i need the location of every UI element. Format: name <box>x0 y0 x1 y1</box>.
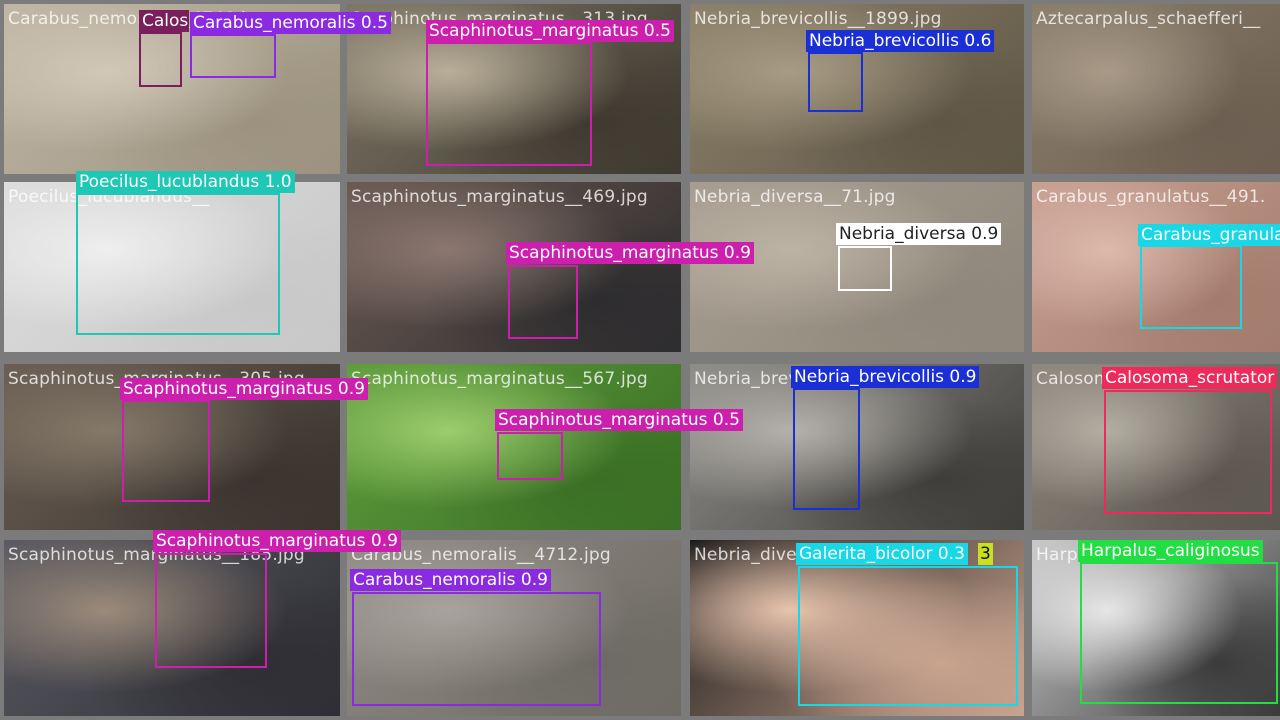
bounding-box <box>508 265 578 339</box>
detection-mosaic: Carabus_nemoralis__4748.jpg Scaphinotus_… <box>0 0 1280 720</box>
detection-label: Scaphinotus_marginatus 0.5 <box>426 20 674 42</box>
detection-label: Scaphinotus_marginatus 0.9 <box>153 530 401 552</box>
bounding-box <box>122 400 210 502</box>
detection-label: Scaphinotus_marginatus 0.9 <box>120 378 368 400</box>
bounding-box <box>76 193 280 335</box>
detection-label: Poecilus_lucublandus 1.0 <box>76 171 295 193</box>
detections-overlay: Calosoma_scrutator 0.5 Carabus_nemoralis… <box>0 0 1280 720</box>
bounding-box <box>155 553 267 668</box>
detection-label: Harpalus_caliginosus <box>1078 540 1263 562</box>
bounding-box <box>497 432 563 480</box>
detection-label: Carabus_nemoralis 0.9 <box>350 569 551 591</box>
detection-label: Calosoma_scrutator 0.5 <box>139 10 189 32</box>
bounding-box <box>426 42 592 166</box>
detection-label: 3 <box>978 543 993 565</box>
detection-label: Carabus_nemoralis 0.5 <box>190 12 391 34</box>
bounding-box <box>1080 562 1278 704</box>
detection-label: Carabus_granulatus <box>1138 224 1280 246</box>
bounding-box <box>798 566 1018 706</box>
detection-label: Nebria_brevicollis 0.6 <box>806 30 995 52</box>
bounding-box <box>793 388 860 510</box>
bounding-box <box>838 246 892 291</box>
detection-label: Nebria_brevicollis 0.9 <box>791 366 980 388</box>
bounding-box <box>190 34 276 78</box>
detection-label: Scaphinotus_marginatus 0.5 <box>495 409 743 431</box>
detection-label: Nebria_diversa 0.9 <box>836 223 1002 245</box>
bounding-box <box>1140 245 1242 329</box>
bounding-box <box>1104 390 1272 514</box>
detection-label: Calosoma_scrutator <box>1102 367 1278 389</box>
bounding-box <box>139 32 182 87</box>
bounding-box <box>352 592 601 706</box>
detection-label: Galerita_bicolor 0.3 <box>796 543 968 565</box>
bounding-box <box>808 52 863 112</box>
detection-label: Scaphinotus_marginatus 0.9 <box>506 242 754 264</box>
